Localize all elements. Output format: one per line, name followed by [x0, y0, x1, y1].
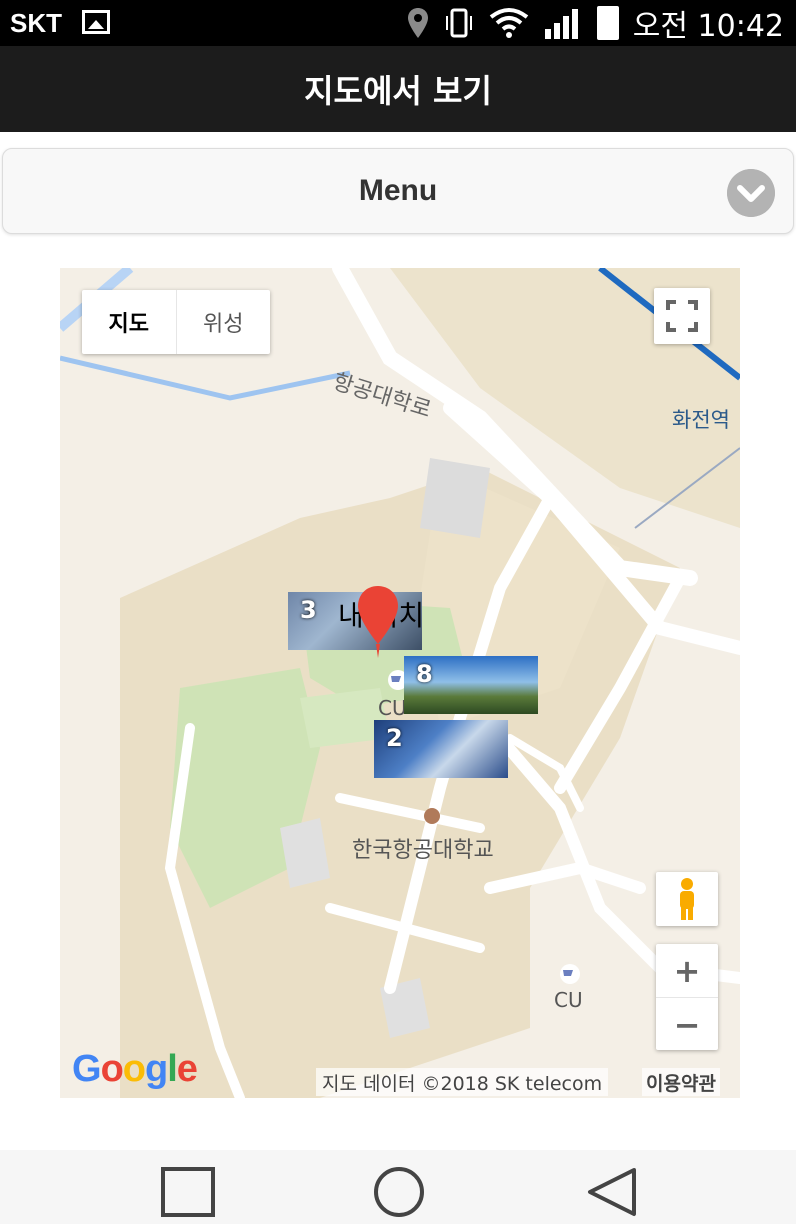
map-type-satellite-button[interactable]: 위성: [175, 290, 271, 354]
zoom-in-button[interactable]: +: [656, 944, 718, 998]
location-marker-icon[interactable]: [356, 586, 400, 666]
navigation-bar: [0, 1150, 796, 1224]
map-type-toggle: 지도 위성: [82, 290, 270, 354]
chevron-down-icon: [727, 169, 775, 217]
store-label: CU: [378, 696, 407, 720]
map-attribution: 지도 데이터 ©2018 SK telecom: [316, 1068, 609, 1096]
vibrate-icon: [445, 8, 472, 38]
fullscreen-button[interactable]: [654, 288, 710, 344]
pegman-icon: [680, 878, 694, 920]
google-logo: Google: [72, 1048, 198, 1090]
menu-dropdown[interactable]: Menu: [2, 148, 794, 234]
title-bar: 지도에서 보기: [0, 46, 796, 132]
station-label: 화전역: [672, 408, 730, 432]
back-icon[interactable]: [584, 1166, 640, 1218]
photo-marker[interactable]: 2: [374, 720, 508, 778]
map-view[interactable]: 지도 위성 항공대학로 화전역 한국항공대학교 CU CU 3 내 위치 8 2…: [60, 268, 740, 1098]
wifi-icon: [489, 8, 529, 38]
page-title: 지도에서 보기: [304, 72, 492, 110]
recent-apps-icon[interactable]: [158, 1166, 218, 1218]
map-type-map-button[interactable]: 지도: [82, 290, 176, 354]
university-label: 한국항공대학교: [352, 838, 494, 863]
battery-icon: [596, 6, 619, 40]
carrier-label: SKT: [10, 8, 62, 38]
photo-marker-number: 2: [386, 724, 403, 752]
signal-icon: [544, 9, 578, 39]
photo-marker-number: 8: [416, 660, 433, 688]
image-icon: [82, 10, 110, 34]
location-pin-icon: [407, 8, 428, 38]
fullscreen-icon: [666, 300, 698, 332]
clock: 오전 10:42: [632, 9, 784, 44]
home-icon[interactable]: [370, 1166, 428, 1218]
street-view-button[interactable]: [656, 872, 718, 926]
zoom-out-button[interactable]: −: [656, 998, 718, 1051]
photo-marker-number: 3: [300, 596, 317, 624]
zoom-control: + −: [656, 944, 718, 1050]
photo-marker[interactable]: 8: [404, 656, 538, 714]
status-bar: SKT 오전 10:42: [0, 0, 796, 46]
terms-link[interactable]: 이용약관: [642, 1068, 720, 1096]
store-label: CU: [554, 988, 583, 1012]
menu-label: Menu: [358, 174, 438, 207]
